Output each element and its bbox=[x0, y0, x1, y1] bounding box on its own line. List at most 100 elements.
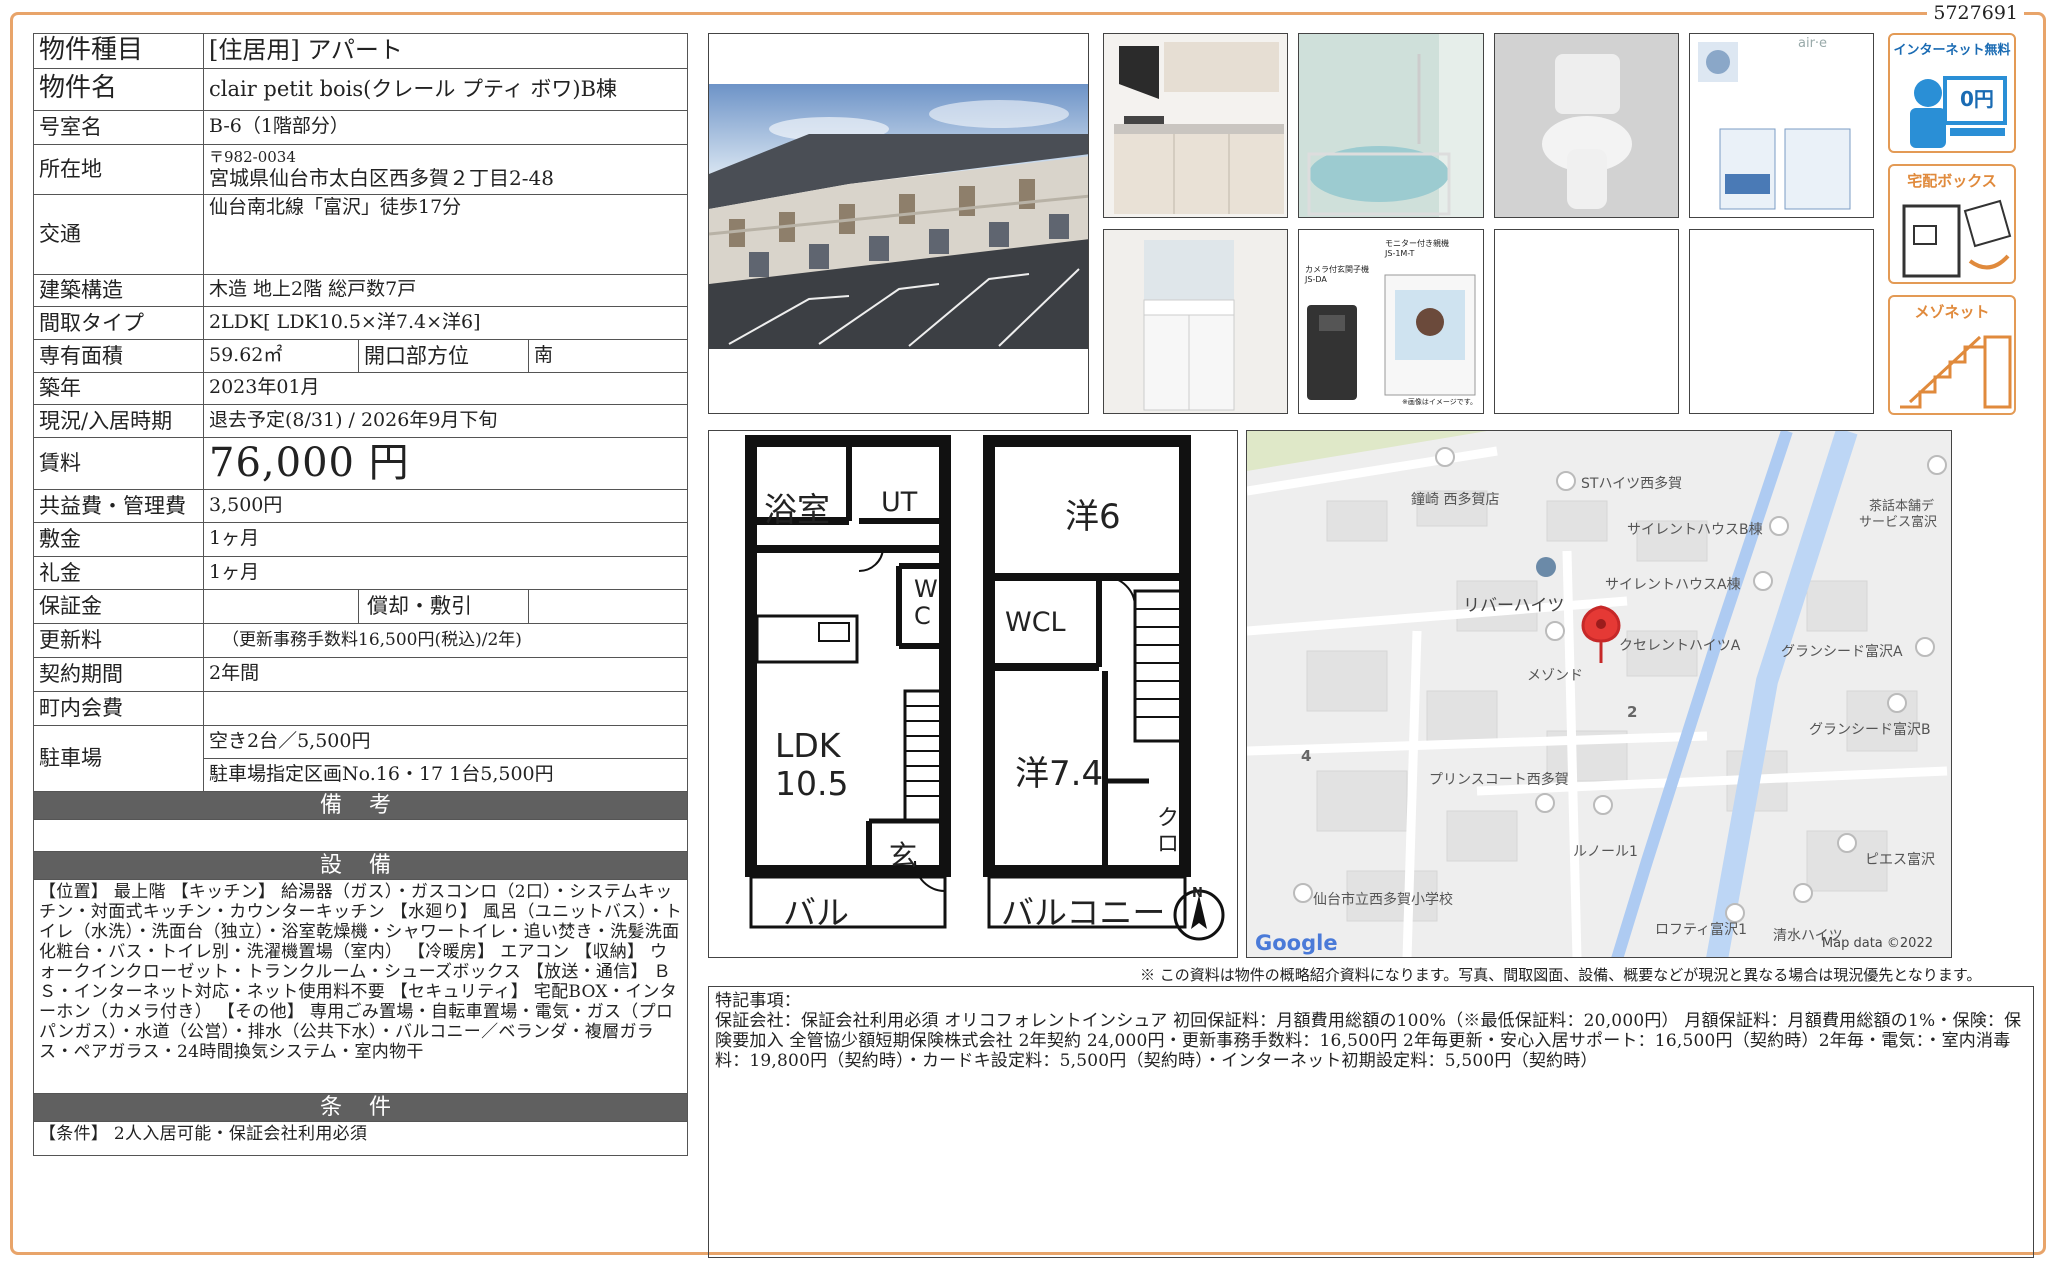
maisonette-label: メゾネット bbox=[1914, 303, 1990, 321]
label-structure: 建築構造 bbox=[33, 273, 204, 307]
label-type: 物件種目 bbox=[33, 33, 204, 69]
row-town: 町内会費 bbox=[33, 690, 689, 726]
map-label-maison: メゾンド bbox=[1527, 668, 1583, 684]
map-block-number-2: 2 bbox=[1627, 703, 1638, 721]
row-built: 築年 2023年01月 bbox=[33, 371, 689, 405]
delivery-box-badge: 宅配ボックス bbox=[1888, 164, 2016, 284]
value-orientation: 南 bbox=[527, 338, 689, 373]
label-ldk-size: 10.5 bbox=[775, 764, 849, 803]
section-conditions: 条 件 bbox=[32, 1092, 689, 1122]
row-room: 号室名 B-6（1階部分） bbox=[33, 109, 689, 145]
row-status: 現況/入居時期 退去予定(8/31) / 2026年9月下旬 bbox=[33, 403, 689, 438]
special-notes: 特記事項： 保証会社：保証会社利用必須 オリコフォレントインシュア 初回保証料：… bbox=[708, 986, 2034, 1258]
google-logo: Google bbox=[1255, 931, 1338, 955]
maisonette-badge: メゾネット bbox=[1888, 295, 2016, 415]
row-layout: 間取タイプ 2LDK[ LDK10.5×洋7.4×洋6] bbox=[33, 305, 689, 340]
row-guarantee: 保証金 償却・敷引 bbox=[33, 588, 689, 624]
label-access: 交通 bbox=[33, 193, 204, 275]
value-term: 2年間 bbox=[202, 656, 689, 692]
value-rent: 76,000 円 bbox=[202, 436, 689, 490]
brand-logo: air·e bbox=[1798, 36, 1828, 51]
label-entrance: 玄 bbox=[889, 839, 918, 872]
label-orientation: 開口部方位 bbox=[358, 338, 529, 373]
intercom-cam-model: JS-DA bbox=[1305, 275, 1327, 284]
value-name: clair petit bois(クレール プティ ボワ)B棟 bbox=[202, 67, 689, 111]
delivery-box-icon bbox=[1902, 199, 2012, 278]
map-canvas bbox=[1247, 431, 1951, 957]
map-label-school: 仙台市立西多賀小学校 bbox=[1313, 892, 1453, 908]
north-label: N bbox=[1192, 886, 1203, 901]
exterior-photo bbox=[708, 33, 1089, 414]
value-parking: 空き2台／5,500円 bbox=[202, 724, 689, 759]
row-access: 交通 仙台南北線「富沢」徒歩17分 bbox=[33, 193, 689, 275]
notes-body: 保証会社：保証会社利用必須 オリコフォレントインシュア 初回保証料：月額費用総額… bbox=[715, 1011, 2022, 1072]
flyer-photo: air·e bbox=[1689, 33, 1874, 218]
value-address: 宮城県仙台市太白区西多賀２丁目2-48 bbox=[209, 165, 554, 190]
map-label-st-heights: STハイツ西多賀 bbox=[1581, 476, 1683, 492]
label-built: 築年 bbox=[33, 371, 204, 405]
notes-title: 特記事項： bbox=[715, 991, 801, 1011]
value-amortize bbox=[527, 588, 689, 624]
map-label-pies: ピエス富沢 bbox=[1865, 852, 1935, 868]
document-id: 5727691 bbox=[1927, 2, 2024, 24]
label-renewal: 更新料 bbox=[33, 622, 204, 658]
label-fee: 共益費・管理費 bbox=[33, 488, 204, 523]
internet-free-badge: インターネット無料 0円 bbox=[1888, 33, 2016, 153]
empty-photo-2 bbox=[1689, 229, 1874, 414]
label-western-74: 洋7.4 bbox=[1015, 754, 1104, 794]
map-label-river-heights: リバーハイツ bbox=[1463, 596, 1565, 616]
value-structure: 木造 地上2階 総戸数7戸 bbox=[202, 273, 689, 307]
map-block-number-4: 4 bbox=[1301, 747, 1312, 765]
value-renewal: （更新事務手数料16,500円(税込)/2年) bbox=[202, 622, 689, 658]
toilet-photo bbox=[1494, 33, 1679, 218]
label-guarantee: 保証金 bbox=[33, 588, 204, 624]
label-area: 専有面積 bbox=[33, 338, 204, 373]
row-fee: 共益費・管理費 3,500円 bbox=[33, 488, 689, 523]
intercom-model: JS-1M-T bbox=[1385, 249, 1415, 258]
value-built: 2023年01月 bbox=[202, 371, 689, 405]
value-type: [住居用] アパート bbox=[202, 33, 689, 69]
bathroom-photo bbox=[1298, 33, 1484, 218]
map-label-excellent: クセレントハイツA bbox=[1619, 638, 1741, 654]
internet-zero-yen: 0円 bbox=[1960, 87, 1994, 111]
map-label-lofty: ロフティ富沢1 bbox=[1655, 922, 1748, 938]
row-deposit: 敷金 1ヶ月 bbox=[33, 521, 689, 557]
map-label-grand-seed-b: グランシード富沢B bbox=[1809, 722, 1931, 738]
floor-plan: 浴室 UT W C LDK 10.5 玄 バル 洋6 WCL 洋7.4 ク ロ … bbox=[708, 430, 1238, 958]
stairs-icon bbox=[1900, 335, 2012, 409]
remarks-body bbox=[32, 818, 689, 852]
map-credit: Map data ©2022 bbox=[1821, 936, 1933, 951]
row-term: 契約期間 2年間 bbox=[33, 656, 689, 692]
intercom-photo: モニター付き親機 JS-1M-T カメラ付玄関子機 JS-DA ※画像はイメージです… bbox=[1298, 229, 1484, 414]
row-type: 物件種目 [住居用] アパート bbox=[33, 33, 689, 69]
conditions-text: 【条件】 2人入居可能・保証会社利用必須 bbox=[32, 1120, 689, 1156]
row-structure: 建築構造 木造 地上2階 総戸数7戸 bbox=[33, 273, 689, 307]
row-renewal: 更新料 （更新事務手数料16,500円(税込)/2年) bbox=[33, 622, 689, 658]
zip-code: 〒982-0034 bbox=[209, 148, 296, 167]
map-label-grand-seed-a: グランシード富沢A bbox=[1781, 644, 1903, 660]
empty-photo-1 bbox=[1494, 229, 1679, 414]
row-address: 所在地 〒982-0034 宮城県仙台市太白区西多賀２丁目2-48 bbox=[33, 143, 689, 195]
label-wc: W C bbox=[914, 575, 938, 630]
property-table: 物件種目 [住居用] アパート 物件名 clair petit bois(クレー… bbox=[32, 33, 689, 1156]
label-western-6: 洋6 bbox=[1065, 497, 1121, 537]
disclaimer-notice: ※ この資料は物件の概略紹介資料になります。写真、間取図面、設備、概要などが現況… bbox=[1140, 966, 1982, 984]
label-balcony-1: バル bbox=[783, 893, 849, 932]
section-equipment: 設 備 bbox=[32, 850, 689, 880]
label-address: 所在地 bbox=[33, 143, 204, 195]
computer-icon bbox=[1910, 76, 2007, 148]
value-fee: 3,500円 bbox=[202, 488, 689, 523]
map-label-silent-b: サイレントハウスB棟 bbox=[1627, 522, 1763, 538]
intercom-title: モニター付き親機 bbox=[1385, 239, 1449, 248]
row-rent: 賃料 76,000 円 bbox=[33, 436, 689, 490]
location-map[interactable]: 鐘崎 西多賀店 STハイツ西多賀 サイレントハウスB棟 サイレントハウスA棟 リ… bbox=[1246, 430, 1952, 958]
row-area: 専有面積 59.62㎡ 開口部方位 南 bbox=[33, 338, 689, 373]
map-label-silent-a: サイレントハウスA棟 bbox=[1605, 577, 1741, 593]
map-label-chawa-2: サービス富沢 bbox=[1859, 515, 1938, 530]
label-bath: 浴室 bbox=[764, 490, 830, 529]
label-term: 契約期間 bbox=[33, 656, 204, 692]
equipment-text: 【位置】 最上階 【キッチン】 給湯器（ガス）・ガスコンロ（2口）・システムキッ… bbox=[32, 878, 689, 1094]
label-amortize: 償却・敷引 bbox=[358, 588, 529, 624]
value-access: 仙台南北線「富沢」徒歩17分 bbox=[202, 193, 689, 275]
label-layout: 間取タイプ bbox=[33, 305, 204, 340]
